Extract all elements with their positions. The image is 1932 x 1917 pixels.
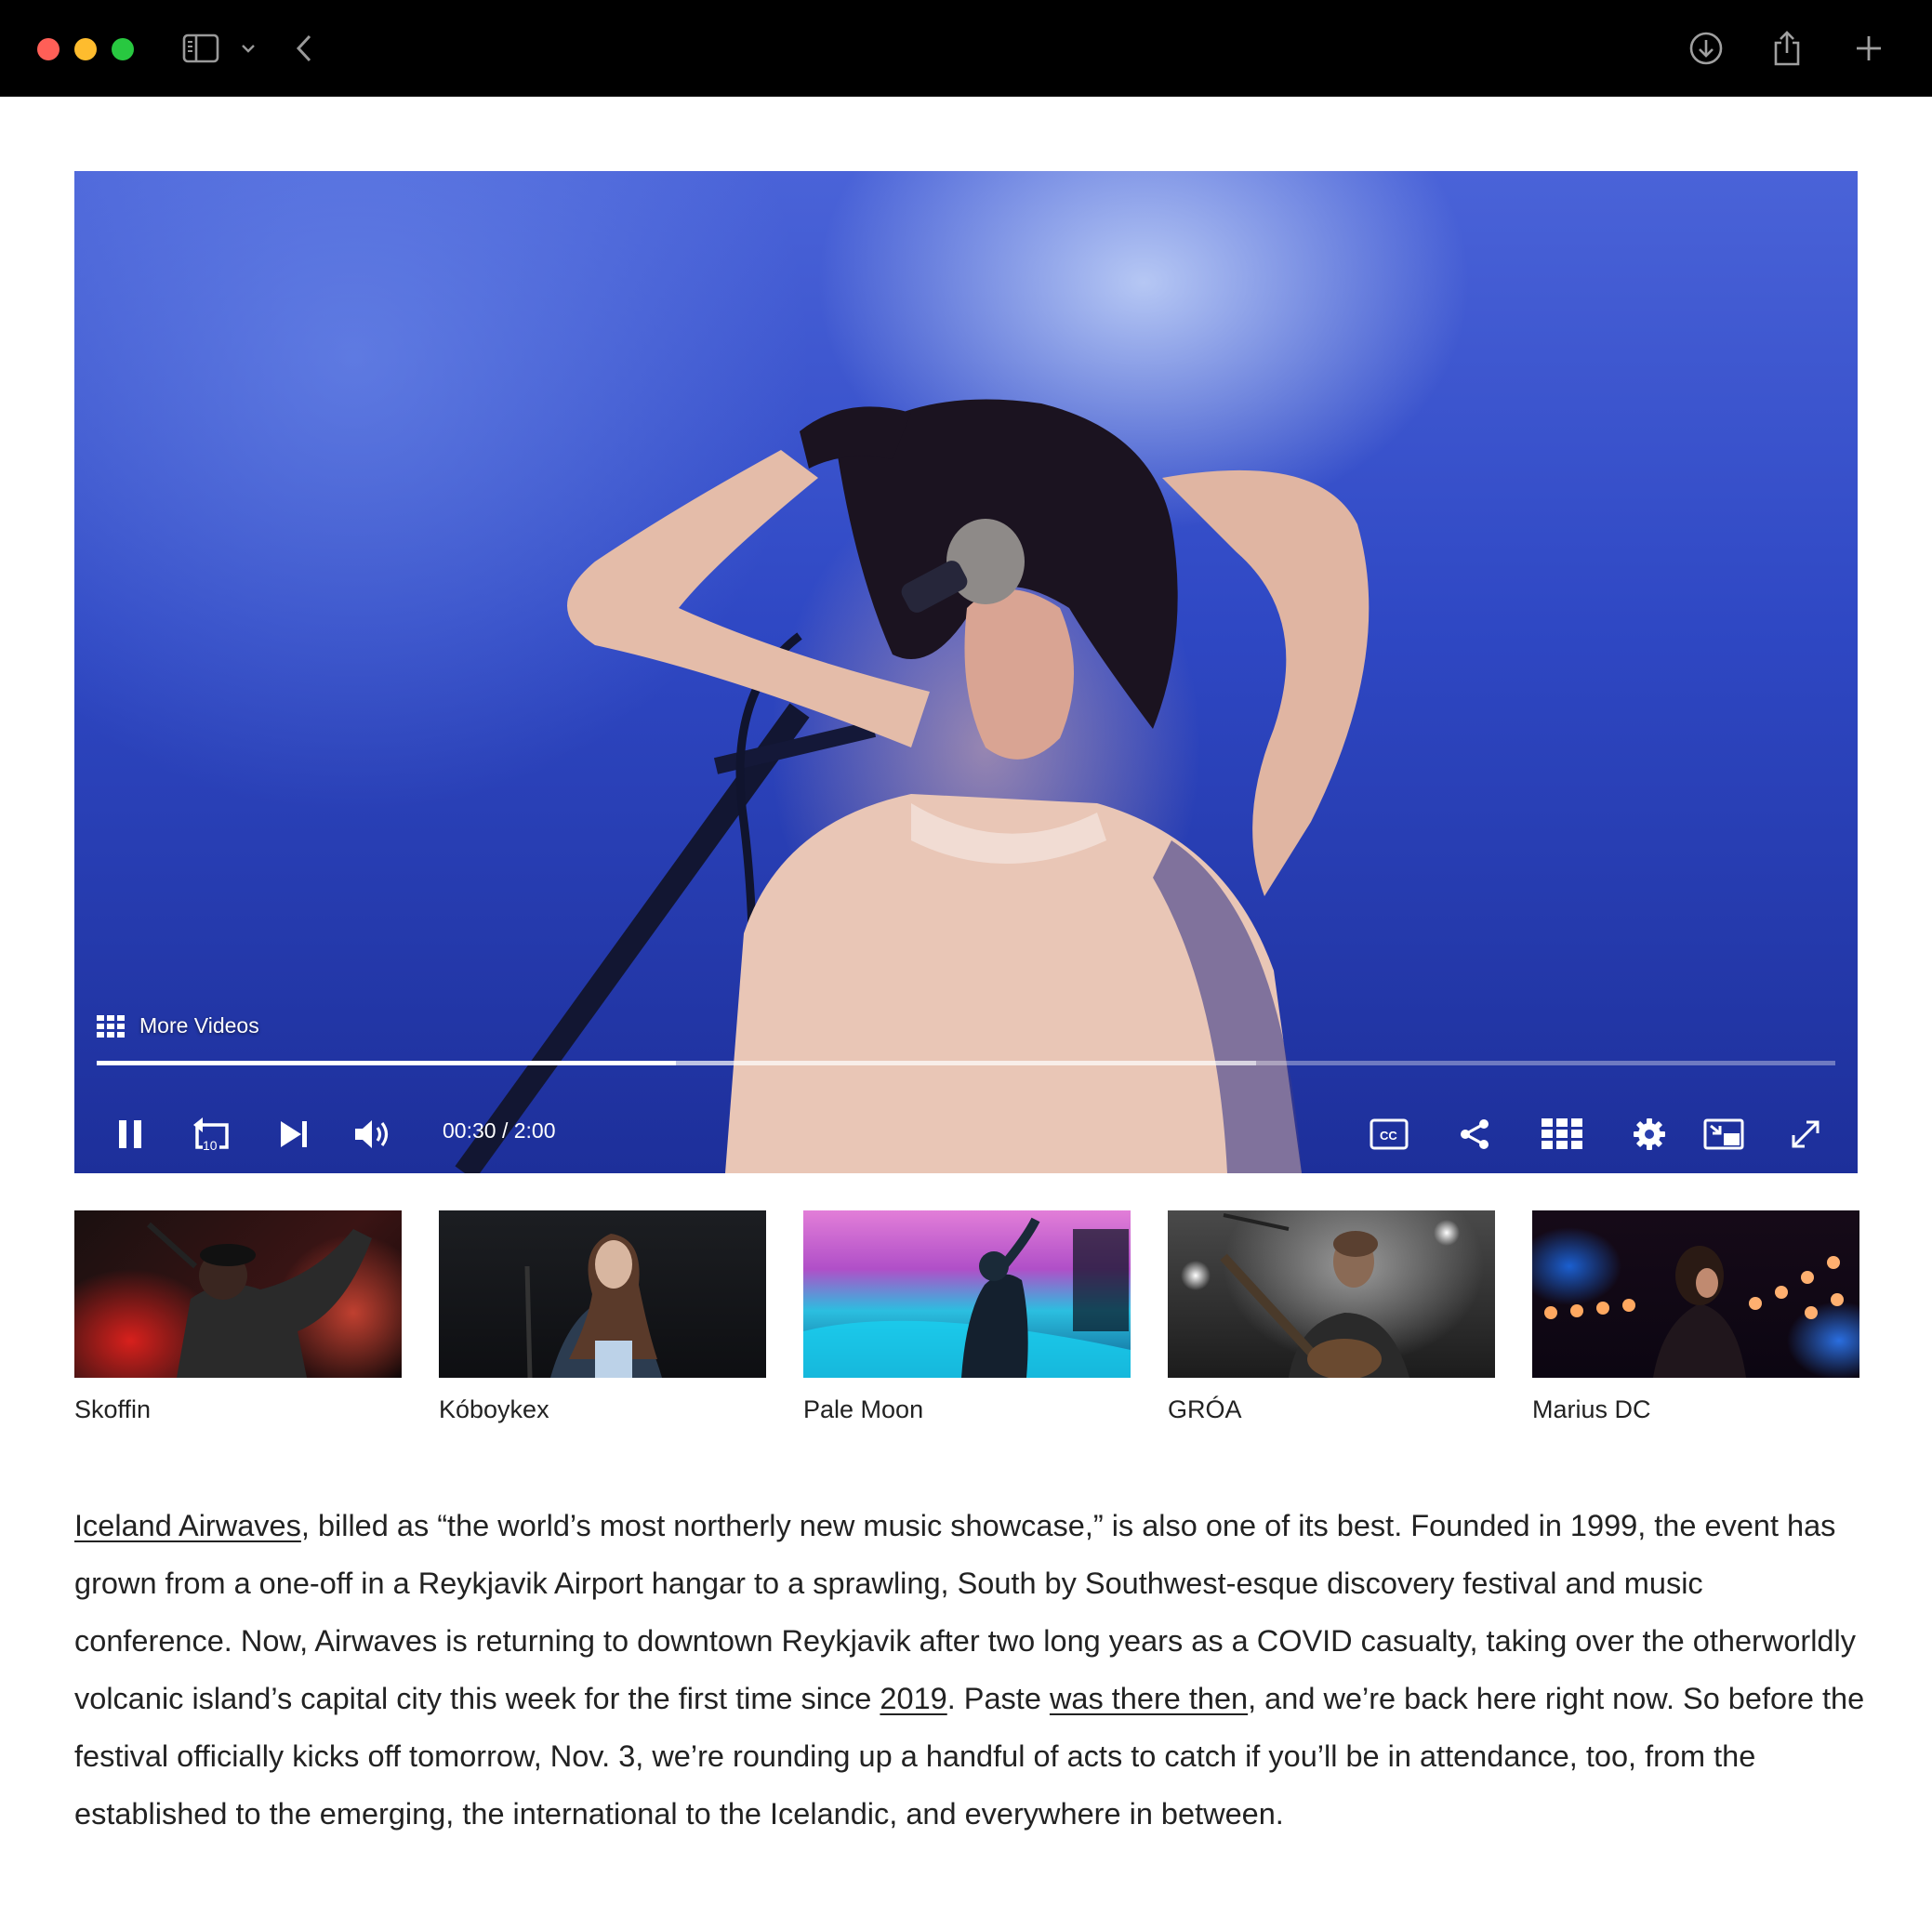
fullscreen-icon[interactable] (1781, 1110, 1830, 1158)
rewind-10-icon[interactable]: 10 (186, 1110, 238, 1158)
timecode: 00:30 / 2:00 (443, 1118, 556, 1144)
thumbnail-image (439, 1210, 766, 1378)
rewind-seconds-label: 10 (203, 1138, 218, 1153)
grid-icon[interactable] (1536, 1110, 1588, 1158)
volume-icon[interactable] (350, 1110, 398, 1158)
video-frame (455, 399, 1370, 1173)
video-thumbnail[interactable]: Kóboykex (439, 1210, 766, 1424)
sidebar-icon[interactable] (179, 26, 223, 71)
settings-gear-icon[interactable] (1625, 1110, 1674, 1158)
played-bar (97, 1061, 676, 1065)
video-thumbnail[interactable]: GRÓA (1168, 1210, 1495, 1424)
video-player[interactable]: More Videos 10 00:30 / 2:00 CC (74, 171, 1858, 1173)
thumbnail-caption: Skoffin (74, 1395, 152, 1423)
progress-bar[interactable] (97, 1061, 1835, 1065)
more-videos-label: More Videos (139, 1013, 259, 1038)
thumbnail-image (74, 1210, 402, 1378)
browser-toolbar (0, 0, 1932, 97)
time-total: 2:00 (513, 1118, 556, 1143)
time-separator: / (496, 1118, 514, 1143)
skip-next-icon[interactable] (270, 1110, 318, 1158)
share-icon[interactable] (1450, 1110, 1499, 1158)
video-thumbnail[interactable]: Pale Moon (803, 1210, 1131, 1424)
more-videos-button[interactable]: More Videos (97, 1013, 259, 1038)
thumbnail-image (803, 1210, 1131, 1378)
thumbnail-caption: Pale Moon (803, 1395, 924, 1423)
plus-icon[interactable] (1850, 26, 1887, 71)
was-there-then-link[interactable]: was there then (1050, 1682, 1248, 1715)
article-text: . Paste (946, 1682, 1050, 1715)
grid-icon (97, 1014, 125, 1038)
download-icon[interactable] (1687, 26, 1726, 71)
closed-captions-icon[interactable]: CC (1363, 1110, 1415, 1158)
article-paragraph: Iceland Airwaves, billed as “the world’s… (74, 1497, 1869, 1843)
picture-in-picture-icon[interactable] (1698, 1110, 1750, 1158)
thumbnail-caption: Marius DC (1532, 1395, 1651, 1423)
2019-link[interactable]: 2019 (880, 1682, 946, 1715)
chevron-down-icon[interactable] (237, 26, 259, 71)
cc-label: CC (1380, 1129, 1397, 1143)
thumbnail-image (1168, 1210, 1495, 1378)
back-chevron-icon[interactable] (290, 26, 318, 71)
pause-icon[interactable] (106, 1110, 154, 1158)
more-videos-strip: Skoffin Kóboykex Pale Moon GRÓA Marius D… (74, 1210, 1859, 1434)
minimize-window-button[interactable] (74, 38, 97, 60)
article-body: Iceland Airwaves, billed as “the world’s… (74, 1497, 1869, 1843)
zoom-window-button[interactable] (112, 38, 134, 60)
thumbnail-caption: Kóboykex (439, 1395, 549, 1423)
iceland-airwaves-link[interactable]: Iceland Airwaves (74, 1509, 301, 1542)
time-current: 00:30 (443, 1118, 496, 1143)
share-icon[interactable] (1768, 26, 1806, 71)
video-thumbnail[interactable]: Skoffin (74, 1210, 402, 1424)
video-thumbnail[interactable]: Marius DC (1532, 1210, 1859, 1424)
thumbnail-caption: GRÓA (1168, 1395, 1242, 1423)
thumbnail-image (1532, 1210, 1859, 1378)
close-window-button[interactable] (37, 38, 60, 60)
